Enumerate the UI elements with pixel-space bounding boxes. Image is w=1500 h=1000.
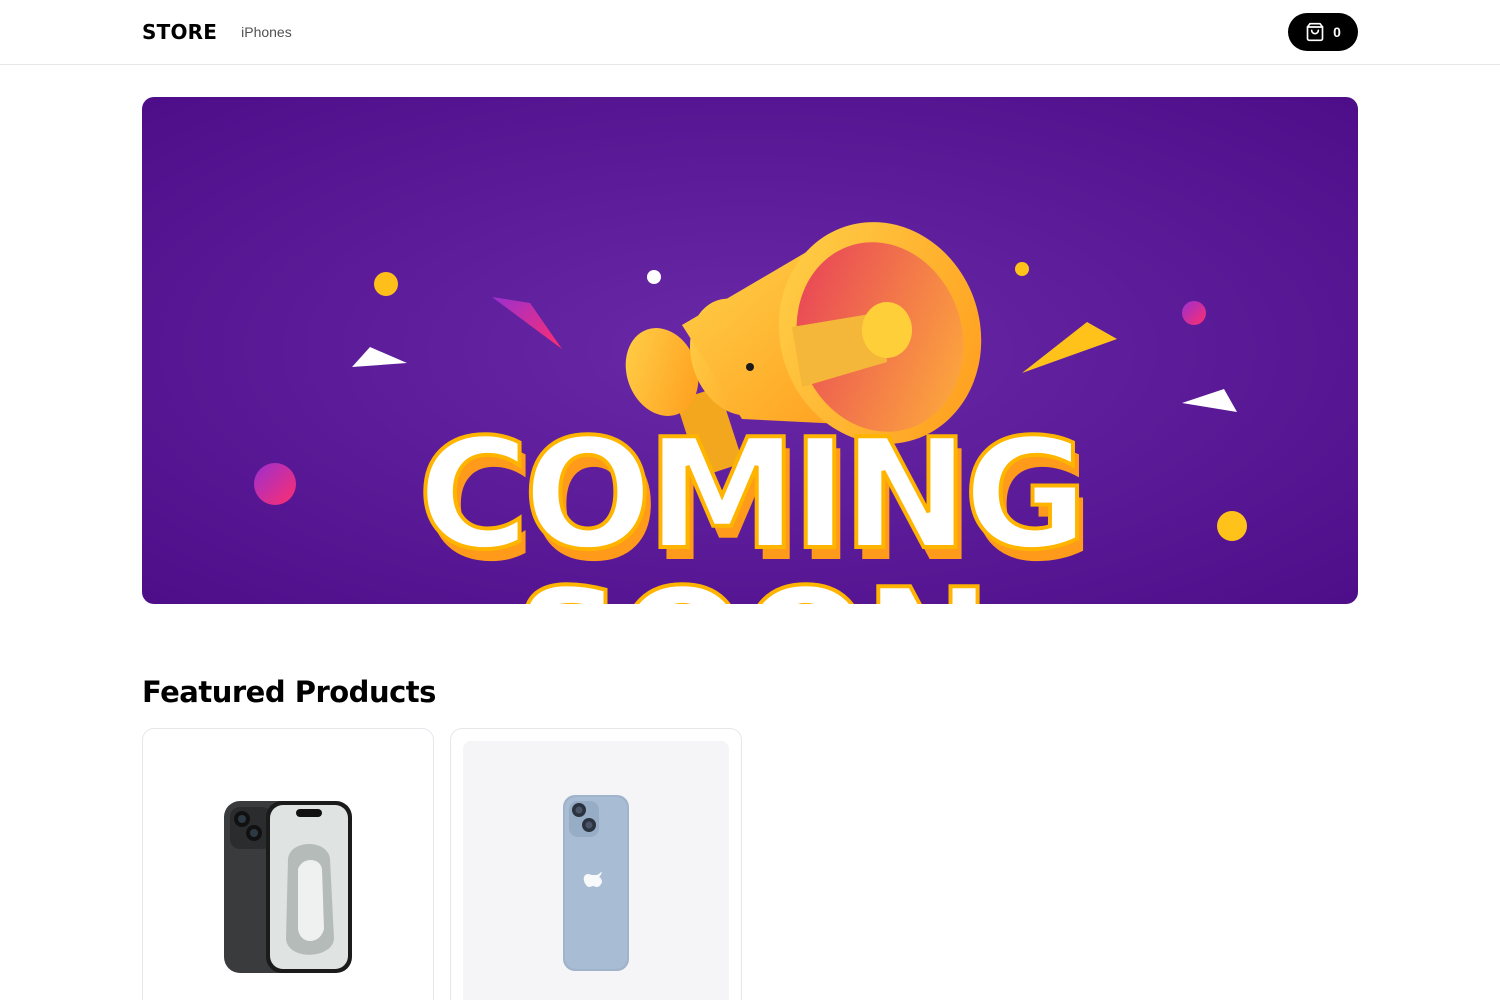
confetti-dot — [254, 463, 296, 505]
confetti-dot — [1015, 262, 1029, 276]
cart-count: 0 — [1333, 24, 1341, 40]
iphone-14-blue-image — [563, 795, 629, 971]
shopping-bag-icon — [1305, 22, 1325, 42]
confetti-dot — [1217, 511, 1247, 541]
featured-products-title: Featured Products — [142, 675, 436, 709]
hero-subheadline: SOON — [514, 556, 985, 604]
store-logo[interactable]: STORE — [142, 20, 217, 44]
cart-button[interactable]: 0 — [1288, 13, 1358, 51]
confetti-dot — [1182, 301, 1206, 325]
navbar-inner: STORE iPhones 0 — [142, 0, 1358, 64]
navbar: STORE iPhones 0 — [0, 0, 1500, 65]
iphone-15-black-image — [224, 801, 352, 973]
product-image — [463, 741, 729, 1000]
nav-link-iphones[interactable]: iPhones — [241, 24, 292, 40]
hero-banner[interactable]: COMING COMING SOON — [142, 97, 1358, 604]
confetti-dot — [647, 270, 661, 284]
product-card[interactable] — [450, 728, 742, 1000]
confetti-dot — [374, 272, 398, 296]
product-image — [155, 741, 421, 1000]
product-card[interactable] — [142, 728, 434, 1000]
